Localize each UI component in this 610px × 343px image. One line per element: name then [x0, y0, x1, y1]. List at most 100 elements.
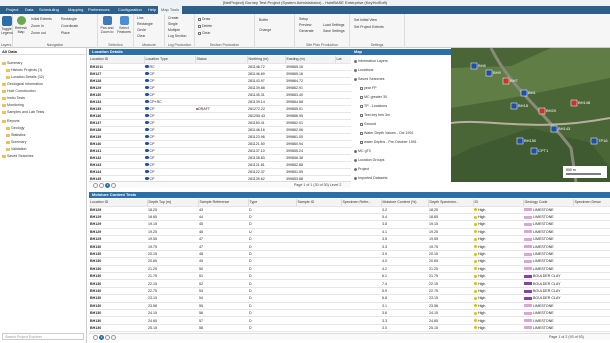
layer-project[interactable]: Project	[354, 167, 369, 171]
moisture-col-header[interactable]: Type	[248, 199, 297, 207]
layer-checkbox[interactable]	[354, 77, 357, 81]
map-marker[interactable]	[485, 69, 493, 77]
moisture-col-header[interactable]: Specimen Descr	[573, 199, 610, 207]
refresh-map-button[interactable]: Refresh Map	[14, 16, 28, 34]
table-row[interactable]: BH143 CP 281121.81 399852.88	[89, 161, 351, 169]
layer-checkbox[interactable]	[360, 140, 363, 144]
layer-water-depth-pre-oct[interactable]: water Depths - Pre October 1991	[360, 140, 417, 144]
tree-item-hole-construction[interactable]: Hole Construction	[2, 89, 36, 93]
menu-preferences[interactable]: Preferences	[85, 6, 113, 14]
table-row[interactable]: BH130 22.15 52 D 7.4 22.15 High BOULDER CLAY	[89, 279, 610, 288]
measure-line-button[interactable]: Line	[137, 16, 144, 20]
table-row[interactable]: BH130 21.25 50 D 4.2 21.25 High LIMESTONE	[89, 265, 610, 274]
select-features-button[interactable]: Select Features	[116, 16, 132, 34]
menu-map-tools[interactable]: Map Tools	[158, 6, 183, 14]
layer-checkbox[interactable]	[354, 176, 357, 180]
tree-item-historic-projects[interactable]: Historic Projects (1)	[6, 68, 42, 72]
location-col-header[interactable]: Northing (m)	[247, 56, 286, 64]
tree-item-saved-searches[interactable]: Saved Searches	[2, 154, 33, 158]
table-row[interactable]: BH141 CP 281137.10 399855.24	[89, 147, 351, 155]
table-row[interactable]: BH139 CP 281123.96 399861.05	[89, 133, 351, 141]
draw-checkbox[interactable]	[198, 17, 201, 21]
buffer-button[interactable]: Buffer	[259, 18, 268, 22]
table-row[interactable]: BH134 CP+RC 281139.14 399864.68	[89, 98, 351, 106]
layer-mc-greater-30[interactable]: MC greater 30	[360, 95, 387, 99]
table-row[interactable]: BH136 CP 281255.43 399866.95	[89, 112, 351, 120]
layer-checkbox[interactable]	[360, 122, 363, 126]
clear-checkbox[interactable]	[198, 31, 201, 35]
location-col-header[interactable]: Status	[195, 56, 248, 64]
section-clear-button[interactable]: Clear	[198, 31, 210, 35]
location-col-header[interactable]: Location ID	[89, 56, 145, 64]
table-row[interactable]: BH130 23.15 54 D 6.8 23.15 High BOULDER CLAY	[89, 294, 610, 303]
table-row[interactable]: BH135 CP DRAFT 281272.22 399855.01	[89, 105, 351, 113]
table-row[interactable]: BH130 21.75 51 D 6.1 21.75 High BOULDER CLAY	[89, 272, 610, 281]
layer-checkbox[interactable]	[360, 131, 363, 135]
table-row[interactable]: BH130 23.58 55 D 3.1 23.58 High LIMESTONE	[89, 302, 610, 310]
tree-item-reports[interactable]: Reports	[2, 119, 20, 123]
log-multiple-button[interactable]: Multiple	[168, 28, 180, 32]
map-marker[interactable]	[570, 99, 578, 107]
table-row[interactable]: BH130 CP 281145.31 399863.40	[89, 91, 351, 99]
mc-prev-page-button[interactable]	[93, 334, 98, 340]
layer-mc-gt0[interactable]: MC gT0	[354, 149, 371, 153]
menu-configuration[interactable]: Configuration	[115, 6, 145, 14]
measure-circle-button[interactable]: Circle	[137, 28, 146, 32]
layer-tp-locations[interactable]: TP - Locations	[360, 104, 387, 108]
table-row[interactable]: BH1011 RC 281146.72 399865.16	[89, 63, 351, 71]
menu-project[interactable]: Project	[3, 6, 21, 14]
moisture-col-header[interactable]: Sample ID	[296, 199, 342, 207]
table-row[interactable]: BH129 19.25 46 U 4.1 19.25 High LIMESTONE	[89, 228, 610, 237]
menu-scheduling[interactable]: Scheduling	[36, 6, 62, 14]
tree-item-monitoring[interactable]: Monitoring	[2, 103, 24, 107]
map-marker[interactable]	[516, 137, 524, 145]
map-marker[interactable]	[530, 147, 538, 155]
layer-year-fp[interactable]: year FP	[360, 86, 377, 90]
map-marker[interactable]	[520, 89, 528, 97]
moisture-col-header[interactable]: Geology Code	[523, 199, 574, 207]
table-row[interactable]: BH129 19.15 45 D 3.8 19.15 High LIMESTONE	[89, 220, 610, 229]
siteplan-setup-button[interactable]: Setup	[299, 17, 308, 21]
measure-clear-button[interactable]: Clear	[137, 34, 145, 38]
prev-page-button[interactable]	[99, 182, 104, 188]
next-page-button[interactable]	[111, 182, 116, 188]
set-initial-view-button[interactable]: Set Initial View	[354, 18, 377, 22]
moisture-col-header[interactable]: Depth Top (m)	[147, 199, 199, 207]
tree-item-location-details[interactable]: Location Details (32)	[6, 75, 44, 79]
section-draw-button[interactable]: Draw	[198, 17, 210, 21]
table-row[interactable]: BH128 CP 281143.97 399864.72	[89, 77, 351, 85]
layer-checkbox[interactable]	[354, 59, 357, 63]
table-row[interactable]: BH144 CP 281122.37 399851.59	[89, 168, 351, 176]
tree-item-geological-information[interactable]: Geological Information	[2, 82, 43, 86]
mc-page-1-button[interactable]: 1	[99, 334, 104, 340]
zoom-out-button[interactable]: Zoom out	[31, 31, 46, 35]
layer-saved-searches[interactable]: Saved Searches	[354, 77, 384, 81]
table-row[interactable]: BH129 18.65 44 D 5.4 18.65 High LIMESTONE	[89, 213, 610, 222]
menu-data[interactable]: Data	[22, 6, 36, 14]
load-settings-button[interactable]: Load Settings	[323, 23, 344, 27]
toggle-legend-button[interactable]: Toggle Legend	[1, 16, 13, 35]
menu-mapping[interactable]: Mapping	[65, 6, 86, 14]
moisture-col-header[interactable]: Depth Specimen...	[428, 199, 474, 207]
delete-checkbox[interactable]	[198, 24, 201, 28]
moisture-col-header[interactable]: Moisture Content (%)	[381, 199, 429, 207]
location-col-header[interactable]: Lat	[335, 56, 351, 64]
table-row[interactable]: BH129 19.55 47 D 3.5 19.55 High LIMESTONE	[89, 235, 610, 244]
map-marker[interactable]	[590, 137, 598, 145]
layer-checkbox[interactable]	[354, 68, 357, 72]
mc-page-2-button[interactable]	[105, 334, 110, 340]
log-single-button[interactable]: Single	[168, 22, 178, 26]
tree-item-summary[interactable]: Summary	[2, 61, 22, 65]
table-row[interactable]: BH142 CP 281138.83 399856.38	[89, 154, 351, 162]
place-button[interactable]: Place	[61, 31, 70, 35]
measure-rectangle-button[interactable]: Rectangle	[137, 22, 153, 26]
table-row[interactable]: BH129 CP 281139.88 399862.91	[89, 84, 351, 92]
map-marker[interactable]	[502, 77, 510, 85]
table-row[interactable]: BH130 22.75 53 D 5.9 22.75 High BOULDER CLAY	[89, 287, 610, 296]
layer-checkbox[interactable]	[354, 167, 357, 171]
explorer-search-input[interactable]: Search Project Explorer	[2, 333, 84, 340]
layer-ground[interactable]: Ground	[360, 122, 376, 126]
table-row[interactable]: BH127 CP 281146.69 399865.16	[89, 70, 351, 78]
layer-location-groups[interactable]: Location Groups	[354, 158, 384, 162]
initial-extents-button[interactable]: Initial Extents	[31, 17, 52, 21]
